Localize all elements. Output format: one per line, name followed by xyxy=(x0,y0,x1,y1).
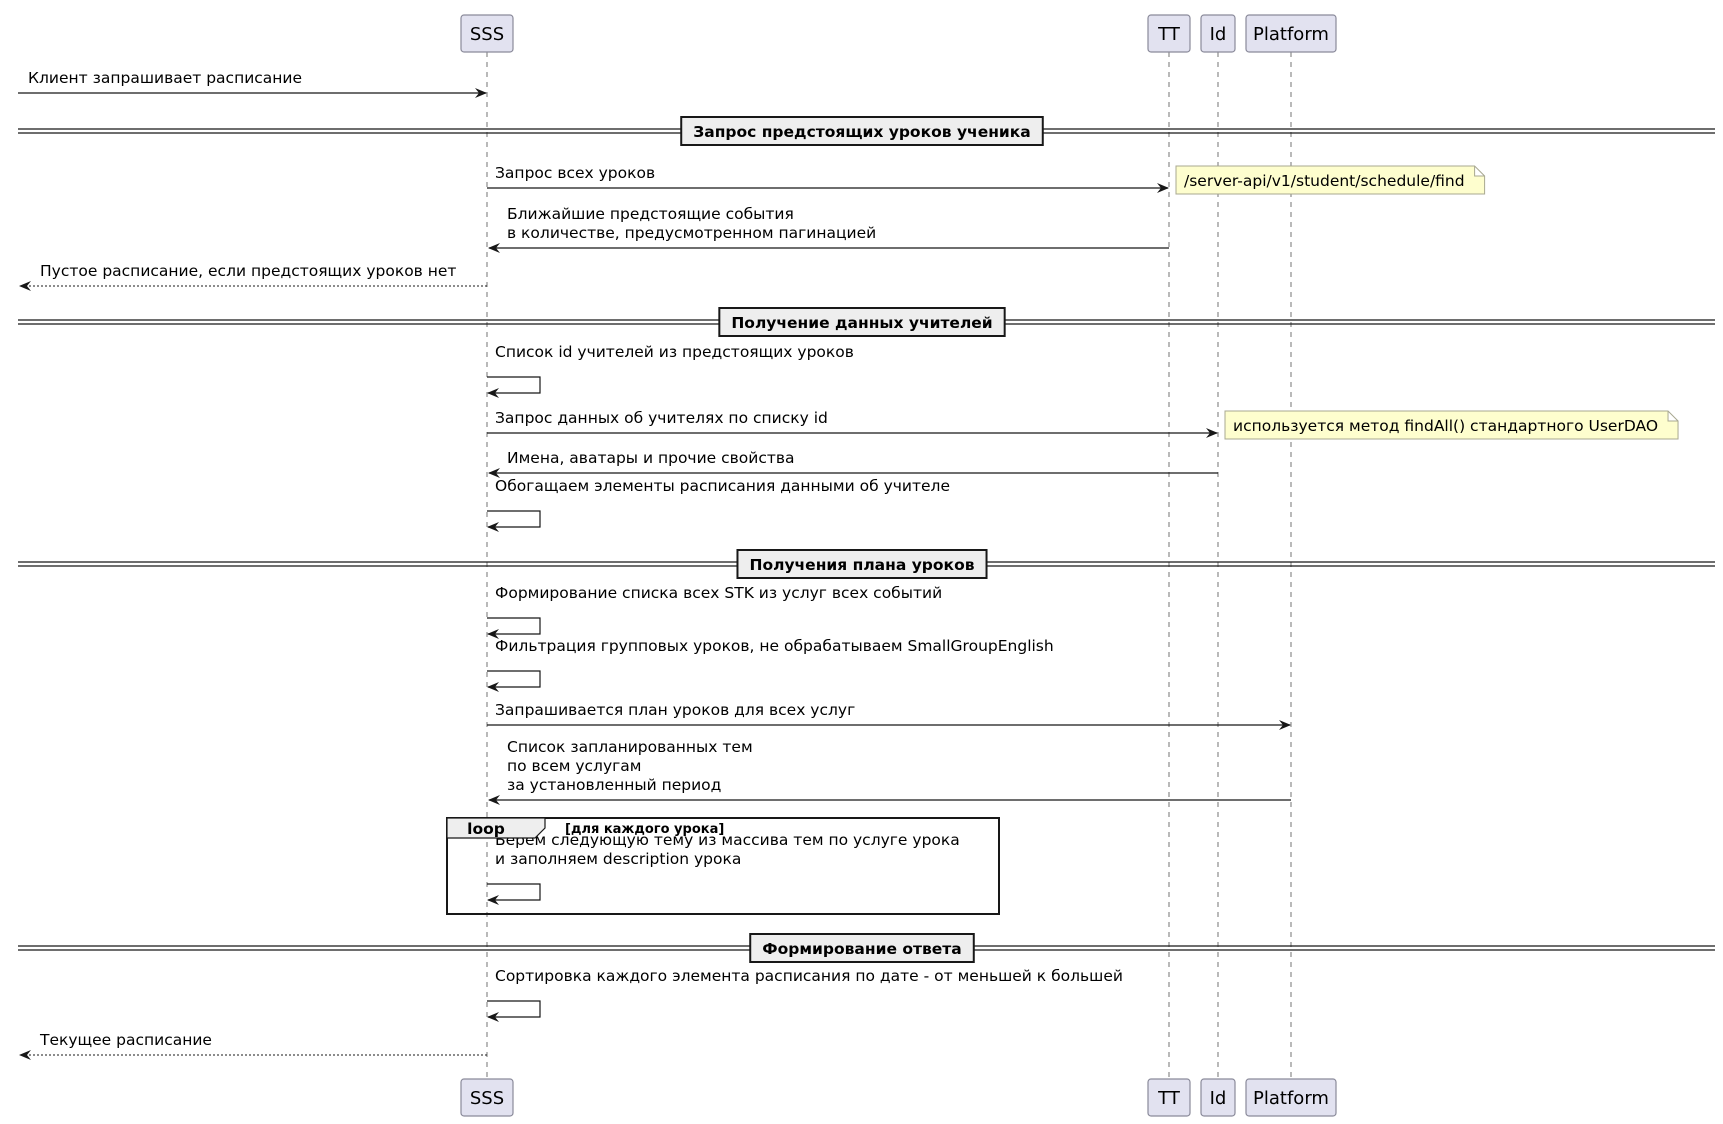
message: Пустое расписание, если предстоящих урок… xyxy=(19,262,487,291)
message-label: Текущее расписание xyxy=(39,1031,212,1049)
message: Имена, аватары и прочие свойства xyxy=(488,449,1218,478)
message: Запрос всех уроков xyxy=(487,164,1169,193)
participant-platform-top: Platform xyxy=(1245,14,1337,53)
section-divider: Получение данных учителей xyxy=(18,307,1715,337)
message-label: Список запланированных тем xyxy=(507,738,753,756)
participant-label: TT xyxy=(1157,24,1181,45)
participant-label: TT xyxy=(1157,1088,1181,1109)
participant-sss-bottom: SSS xyxy=(460,1078,514,1117)
participant-label: Id xyxy=(1210,24,1227,45)
participant-sss-top: SSS xyxy=(460,14,514,53)
participant-id-top: Id xyxy=(1200,14,1236,53)
message-label: в количестве, предусмотренном пагинацией xyxy=(507,224,876,242)
message-label: Сортировка каждого элемента расписания п… xyxy=(495,967,1123,985)
message-label: Пустое расписание, если предстоящих урок… xyxy=(40,262,456,280)
message-label: и заполняем description урока xyxy=(495,850,741,868)
message-label: Запрос данных об учителях по списку id xyxy=(495,409,828,427)
section-divider: Формирование ответа xyxy=(18,933,1715,963)
divider-label: Формирование ответа xyxy=(762,940,962,958)
message-label: по всем услугам xyxy=(507,757,641,775)
participant-platform-bottom: Platform xyxy=(1245,1078,1337,1117)
divider-label: Получения плана уроков xyxy=(749,556,974,574)
message-label: Список id учителей из предстоящих уроков xyxy=(495,343,854,361)
participant-label: Platform xyxy=(1253,24,1329,45)
participant-label: SSS xyxy=(470,24,504,45)
message: Список запланированных темпо всем услуга… xyxy=(488,738,1291,805)
divider-label: Запрос предстоящих уроков ученика xyxy=(693,123,1031,141)
message-label: Формирование списка всех STK из услуг вс… xyxy=(495,584,942,602)
section-divider: Получения плана уроков xyxy=(18,549,1715,579)
participant-label: Id xyxy=(1210,1088,1227,1109)
divider-label: Получение данных учителей xyxy=(731,314,992,332)
message: Текущее расписание xyxy=(19,1031,487,1060)
self-message: Список id учителей из предстоящих уроков xyxy=(487,343,854,398)
loop-keyword: loop xyxy=(467,820,505,838)
loop-condition: [для каждого урока] xyxy=(565,822,724,837)
message-label: за установленный период xyxy=(507,776,721,794)
participant-label: SSS xyxy=(470,1088,504,1109)
message: Запрашивается план уроков для всех услуг xyxy=(487,701,1291,730)
participant-label: Platform xyxy=(1253,1088,1329,1109)
note-text: /server-api/v1/student/schedule/find xyxy=(1184,172,1465,190)
self-arrow xyxy=(487,1000,541,1022)
message-label: Ближайшие предстоящие события xyxy=(507,205,794,223)
self-message: Фильтрация групповых уроков, не обрабаты… xyxy=(487,637,1054,692)
note: используется метод findAll() стандартног… xyxy=(1224,410,1679,440)
self-arrow xyxy=(487,510,541,532)
self-arrow xyxy=(487,883,541,905)
participant-tt-bottom: TT xyxy=(1147,1078,1191,1117)
self-arrow xyxy=(487,617,541,639)
self-message: Формирование списка всех STK из услуг вс… xyxy=(487,584,942,639)
message: Ближайшие предстоящие событияв количеств… xyxy=(488,205,1169,253)
self-message: Сортировка каждого элемента расписания п… xyxy=(487,967,1123,1022)
section-divider: Запрос предстоящих уроков ученика xyxy=(18,116,1715,146)
message-label: Клиент запрашивает расписание xyxy=(28,69,302,87)
self-message: Берём следующую тему из массива тем по у… xyxy=(487,831,960,905)
self-arrow xyxy=(487,670,541,692)
self-arrow xyxy=(487,376,541,398)
note-text: используется метод findAll() стандартног… xyxy=(1233,417,1658,435)
message: Клиент запрашивает расписание xyxy=(18,69,487,98)
self-message: Обогащаем элементы расписания данными об… xyxy=(487,477,950,532)
message-label: Имена, аватары и прочие свойства xyxy=(507,449,795,467)
message-label: Запрос всех уроков xyxy=(495,164,655,182)
participant-id-bottom: Id xyxy=(1200,1078,1236,1117)
message-label: Запрашивается план уроков для всех услуг xyxy=(495,701,855,719)
message-label: Обогащаем элементы расписания данными об… xyxy=(495,477,950,495)
message-label: Фильтрация групповых уроков, не обрабаты… xyxy=(495,637,1054,655)
note: /server-api/v1/student/schedule/find xyxy=(1175,165,1486,195)
sequence-diagram: SSS TT Id Platform SSS TT Id Platform Клиент з… xyxy=(18,14,1715,1117)
participant-tt-top: TT xyxy=(1147,14,1191,53)
message: Запрос данных об учителях по списку id xyxy=(487,409,1218,438)
